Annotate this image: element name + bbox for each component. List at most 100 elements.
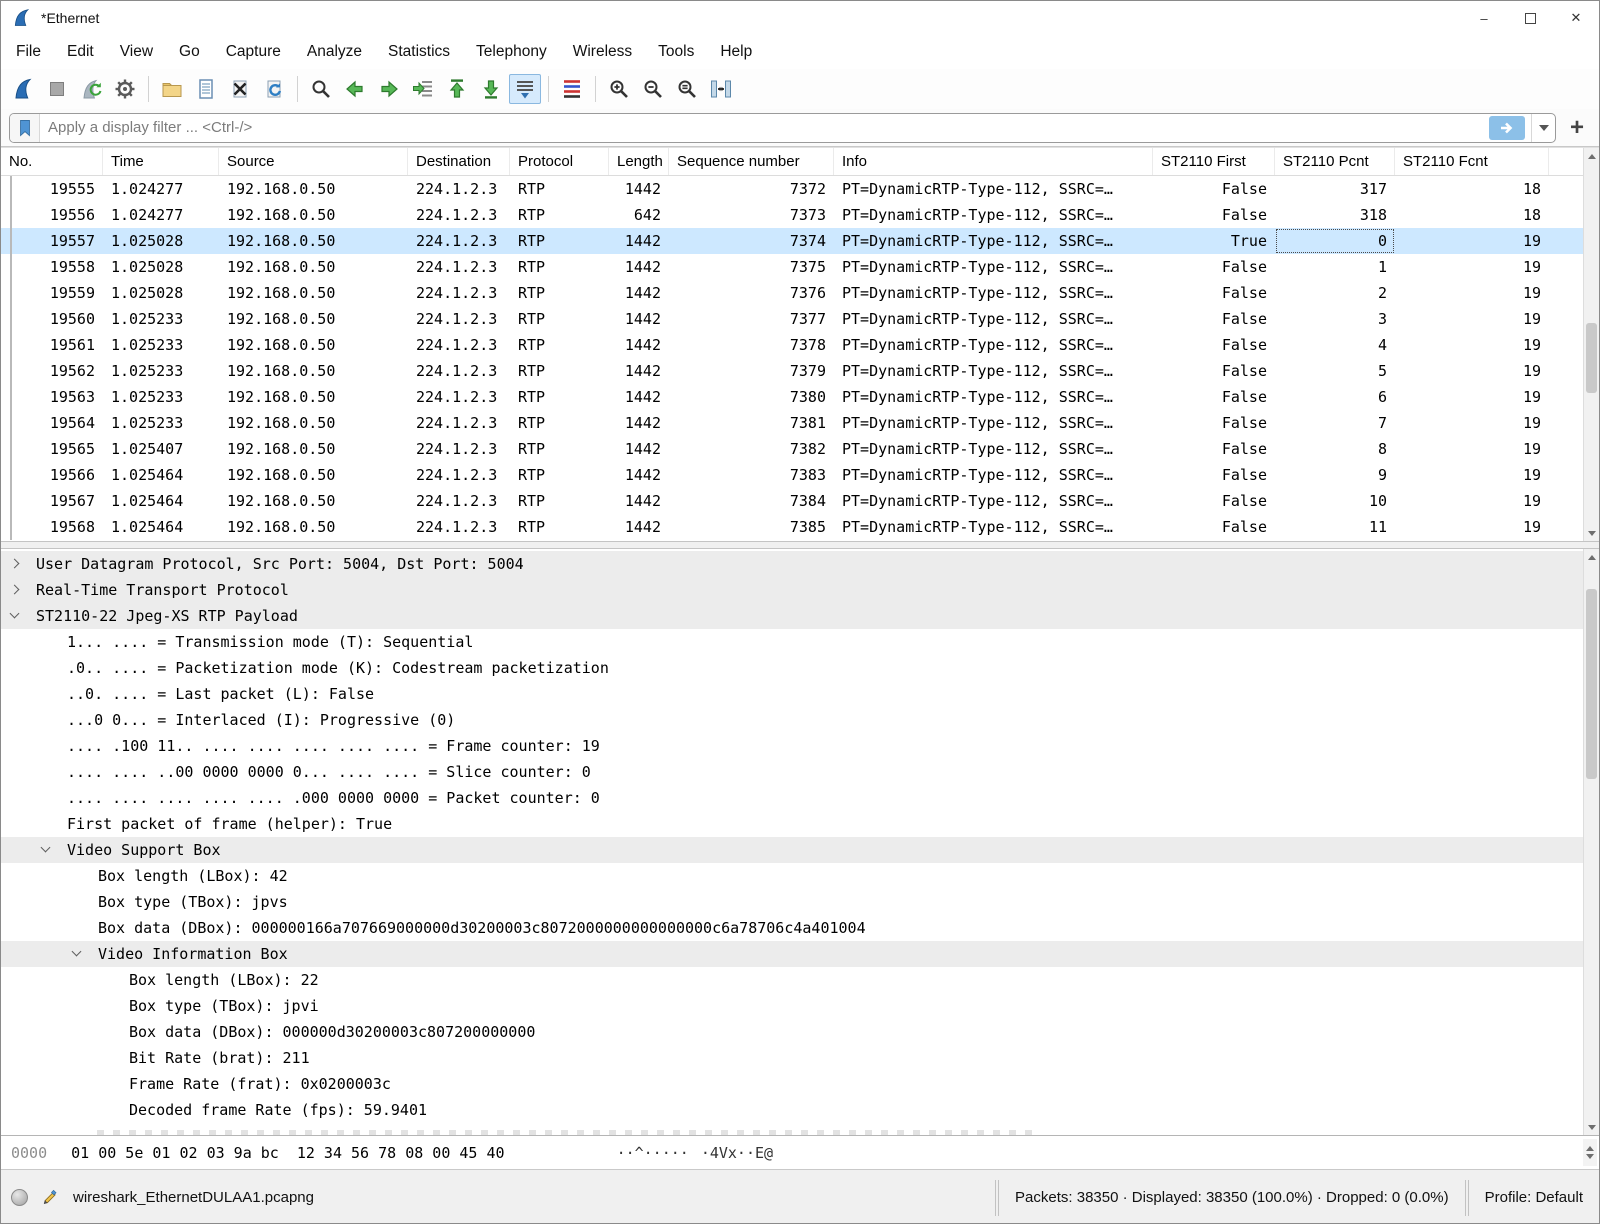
- display-filter-input[interactable]: [40, 119, 1489, 136]
- cell-length[interactable]: 642: [609, 202, 669, 228]
- cell-source[interactable]: 192.168.0.50: [219, 410, 408, 436]
- cell-info[interactable]: PT=DynamicRTP-Type-112, SSRC=…: [834, 332, 1153, 358]
- packet-row[interactable]: 195611.025233192.168.0.50224.1.2.3RTP144…: [1, 332, 1599, 358]
- cell-no[interactable]: 19563: [1, 384, 103, 410]
- cell-info[interactable]: PT=DynamicRTP-Type-112, SSRC=…: [834, 280, 1153, 306]
- cell-no[interactable]: 19562: [1, 358, 103, 384]
- column-header-first[interactable]: ST2110 First: [1153, 148, 1275, 175]
- zoom-out-button[interactable]: [637, 74, 669, 104]
- cell-first[interactable]: False: [1153, 462, 1275, 488]
- cell-no[interactable]: 19566: [1, 462, 103, 488]
- cell-protocol[interactable]: RTP: [510, 410, 609, 436]
- annotation-edit-button[interactable]: [40, 1188, 59, 1207]
- cell-no[interactable]: 19558: [1, 254, 103, 280]
- cell-destination[interactable]: 224.1.2.3: [408, 514, 510, 540]
- cell-protocol[interactable]: RTP: [510, 228, 609, 254]
- cell-time[interactable]: 1.025233: [103, 332, 219, 358]
- cell-first[interactable]: False: [1153, 410, 1275, 436]
- colorize-button[interactable]: [556, 74, 588, 104]
- cell-fcnt[interactable]: 19: [1395, 358, 1549, 384]
- cell-time[interactable]: 1.025233: [103, 410, 219, 436]
- packet-row[interactable]: 195601.025233192.168.0.50224.1.2.3RTP144…: [1, 306, 1599, 332]
- detail-line[interactable]: Video Information Box: [1, 941, 1583, 967]
- cell-pcnt[interactable]: 7: [1275, 410, 1395, 436]
- resize-columns-button[interactable]: [705, 74, 737, 104]
- cell-length[interactable]: 1442: [609, 488, 669, 514]
- column-header-info[interactable]: Info: [834, 148, 1153, 175]
- cell-pcnt[interactable]: 5: [1275, 358, 1395, 384]
- cell-length[interactable]: 1442: [609, 254, 669, 280]
- cell-no[interactable]: 19567: [1, 488, 103, 514]
- detail-line[interactable]: ...0 0... = Interlaced (I): Progressive …: [1, 707, 1583, 733]
- packet-row[interactable]: 195651.025407192.168.0.50224.1.2.3RTP144…: [1, 436, 1599, 462]
- capture-options-button[interactable]: [109, 74, 141, 104]
- cell-fcnt[interactable]: 19: [1395, 462, 1549, 488]
- packet-row[interactable]: 195561.024277192.168.0.50224.1.2.3RTP642…: [1, 202, 1599, 228]
- menu-view[interactable]: View: [107, 38, 166, 66]
- detail-line[interactable]: Box length (LBox): 22: [1, 967, 1583, 993]
- packet-row[interactable]: 195661.025464192.168.0.50224.1.2.3RTP144…: [1, 462, 1599, 488]
- menu-telephony[interactable]: Telephony: [463, 38, 560, 66]
- packet-row[interactable]: 195681.025464192.168.0.50224.1.2.3RTP144…: [1, 514, 1599, 540]
- detail-line[interactable]: Box type (TBox): jpvs: [1, 889, 1583, 915]
- cell-fcnt[interactable]: 18: [1395, 202, 1549, 228]
- cell-seq[interactable]: 7379: [669, 358, 834, 384]
- cell-length[interactable]: 1442: [609, 228, 669, 254]
- cell-pcnt[interactable]: 6: [1275, 384, 1395, 410]
- cell-pcnt[interactable]: 0: [1275, 228, 1395, 254]
- cell-fcnt[interactable]: 19: [1395, 254, 1549, 280]
- cell-no[interactable]: 19559: [1, 280, 103, 306]
- cell-source[interactable]: 192.168.0.50: [219, 332, 408, 358]
- detail-line[interactable]: .... .... ..00 0000 0000 0... .... .... …: [1, 759, 1583, 785]
- cell-no[interactable]: 19557: [1, 228, 103, 254]
- cell-time[interactable]: 1.025233: [103, 358, 219, 384]
- cell-seq[interactable]: 7373: [669, 202, 834, 228]
- add-filter-button[interactable]: +: [1563, 114, 1591, 142]
- cell-time[interactable]: 1.025464: [103, 514, 219, 540]
- cell-length[interactable]: 1442: [609, 436, 669, 462]
- cell-info[interactable]: PT=DynamicRTP-Type-112, SSRC=…: [834, 514, 1153, 540]
- cell-info[interactable]: PT=DynamicRTP-Type-112, SSRC=…: [834, 358, 1153, 384]
- cell-destination[interactable]: 224.1.2.3: [408, 332, 510, 358]
- scroll-up-arrow[interactable]: [1584, 549, 1599, 565]
- packet-row[interactable]: 195581.025028192.168.0.50224.1.2.3RTP144…: [1, 254, 1599, 280]
- cell-protocol[interactable]: RTP: [510, 254, 609, 280]
- column-header-fcnt[interactable]: ST2110 Fcnt: [1395, 148, 1549, 175]
- apply-filter-button[interactable]: [1489, 116, 1525, 140]
- detail-line[interactable]: Bit Rate (brat): 211: [1, 1045, 1583, 1071]
- cell-length[interactable]: 1442: [609, 280, 669, 306]
- cell-protocol[interactable]: RTP: [510, 176, 609, 202]
- cell-fcnt[interactable]: 19: [1395, 332, 1549, 358]
- cell-fcnt[interactable]: 19: [1395, 410, 1549, 436]
- cell-seq[interactable]: 7381: [669, 410, 834, 436]
- cell-length[interactable]: 1442: [609, 306, 669, 332]
- cell-pcnt[interactable]: 9: [1275, 462, 1395, 488]
- cell-source[interactable]: 192.168.0.50: [219, 202, 408, 228]
- cell-source[interactable]: 192.168.0.50: [219, 228, 408, 254]
- detail-line[interactable]: Real-Time Transport Protocol: [1, 577, 1583, 603]
- cell-info[interactable]: PT=DynamicRTP-Type-112, SSRC=…: [834, 176, 1153, 202]
- cell-fcnt[interactable]: 19: [1395, 280, 1549, 306]
- detail-line[interactable]: .... .... .... .... .... .000 0000 0000 …: [1, 785, 1583, 811]
- packet-row[interactable]: 195671.025464192.168.0.50224.1.2.3RTP144…: [1, 488, 1599, 514]
- cell-fcnt[interactable]: 19: [1395, 514, 1549, 540]
- menu-capture[interactable]: Capture: [213, 38, 294, 66]
- close-button[interactable]: ✕: [1553, 1, 1599, 35]
- profile-indicator[interactable]: Profile: Default: [1479, 1189, 1589, 1206]
- cell-no[interactable]: 19565: [1, 436, 103, 462]
- cell-protocol[interactable]: RTP: [510, 358, 609, 384]
- packet-row[interactable]: 195641.025233192.168.0.50224.1.2.3RTP144…: [1, 410, 1599, 436]
- chevron-down-icon[interactable]: [10, 609, 20, 619]
- chevron-down-icon[interactable]: [41, 843, 51, 853]
- cell-info[interactable]: PT=DynamicRTP-Type-112, SSRC=…: [834, 254, 1153, 280]
- detail-line[interactable]: Box data (DBox): 000000166a707669000000d…: [1, 915, 1583, 941]
- column-header-length[interactable]: Length: [609, 148, 669, 175]
- menu-wireless[interactable]: Wireless: [560, 38, 645, 66]
- cell-first[interactable]: False: [1153, 514, 1275, 540]
- cell-protocol[interactable]: RTP: [510, 436, 609, 462]
- cell-seq[interactable]: 7375: [669, 254, 834, 280]
- menu-analyze[interactable]: Analyze: [294, 38, 375, 66]
- cell-first[interactable]: False: [1153, 254, 1275, 280]
- menu-tools[interactable]: Tools: [645, 38, 707, 66]
- cell-pcnt[interactable]: 2: [1275, 280, 1395, 306]
